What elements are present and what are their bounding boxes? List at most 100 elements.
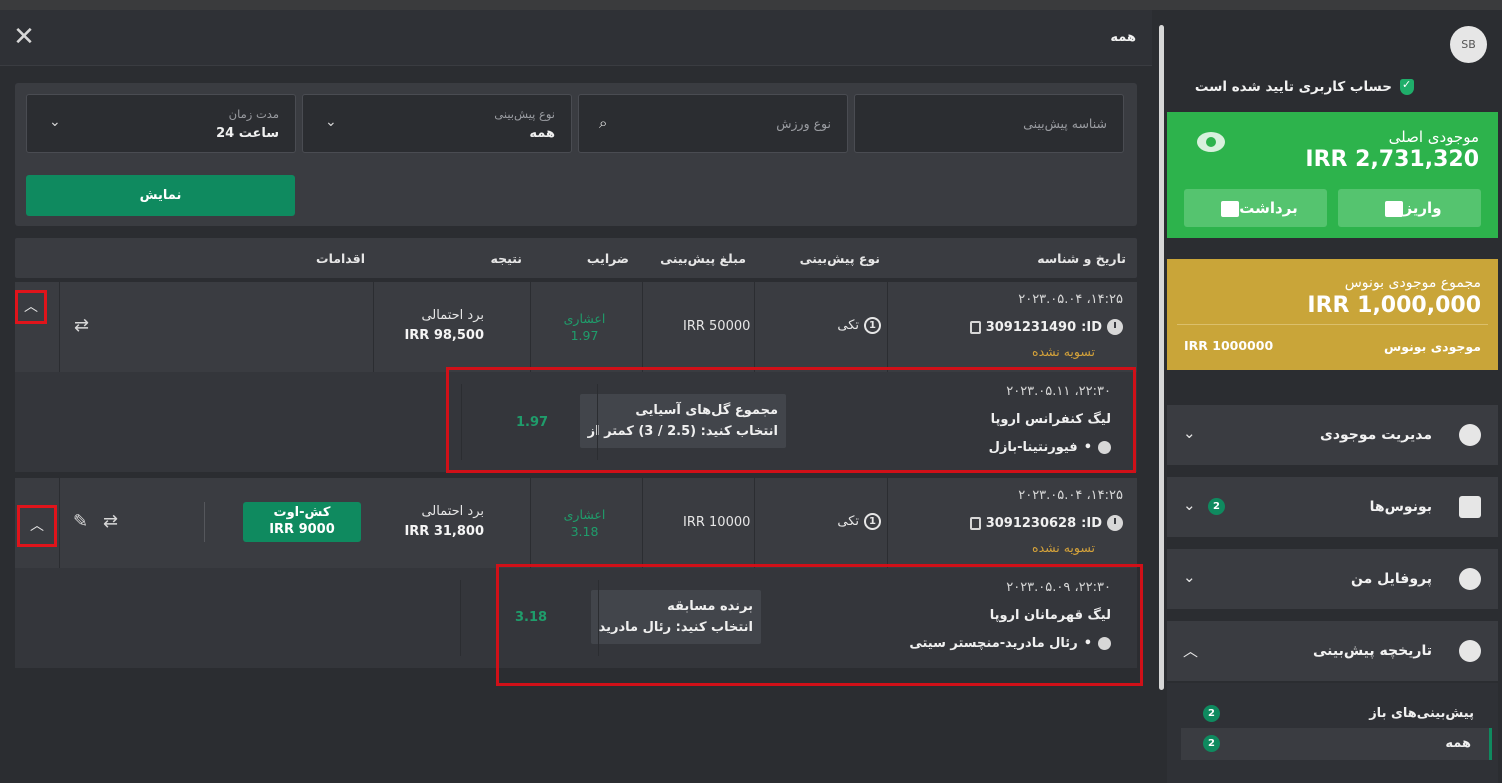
id-value: 3091230628 bbox=[985, 515, 1077, 531]
main-balance-label: موجودی اصلی bbox=[1388, 128, 1479, 146]
single-icon: 1 bbox=[864, 317, 881, 334]
id-value: 3091231490 bbox=[985, 319, 1077, 335]
bet-type-label: نوع پیش‌بینی bbox=[494, 107, 555, 121]
menu-profile[interactable]: پروفایل من ⌄ bbox=[1167, 549, 1498, 609]
chevron-down-icon: ⌄ bbox=[49, 114, 61, 130]
highlight-box bbox=[496, 564, 1143, 686]
chevron-down-icon: ⌄ bbox=[1183, 568, 1196, 586]
history-icon bbox=[1459, 640, 1481, 662]
bet-result: برد احتمالی IRR 31,800 bbox=[404, 502, 484, 542]
bet-id: ID: 3091230628 bbox=[969, 515, 1123, 531]
deposit-label: واریز bbox=[1403, 199, 1442, 217]
count-badge: 2 bbox=[1208, 498, 1225, 515]
submenu-all[interactable]: همه 2 bbox=[1181, 728, 1492, 760]
bet-id-input[interactable]: شناسه پیش‌بینی bbox=[854, 94, 1124, 153]
top-strip bbox=[0, 0, 1502, 10]
duration-label: مدت زمان bbox=[228, 107, 279, 121]
bet-odds: اعشاری 3.18 bbox=[562, 506, 607, 540]
page-title: همه bbox=[1110, 30, 1136, 45]
withdraw-button[interactable]: برداشت bbox=[1184, 189, 1327, 227]
count-badge: 2 bbox=[1203, 705, 1220, 722]
chevron-down-icon: ⌄ bbox=[1183, 496, 1196, 514]
bet-amount: IRR 50000 bbox=[683, 319, 751, 334]
close-icon[interactable]: ✕ bbox=[12, 24, 36, 50]
bet-type-label: تکی bbox=[837, 514, 859, 529]
menu-bonuses[interactable]: بونوس‌ها 2 ⌄ bbox=[1167, 477, 1498, 537]
cashout-value: IRR 9000 bbox=[269, 522, 335, 537]
withdraw-label: برداشت bbox=[1239, 199, 1298, 217]
menu-label: تاریخچه پیش‌بینی bbox=[1313, 643, 1432, 659]
odds-value: 3.18 bbox=[570, 524, 599, 539]
main-balance-card: موجودی اصلی IRR 2,731,320 واریز برداشت bbox=[1167, 112, 1498, 238]
deposit-button[interactable]: واریز bbox=[1338, 189, 1481, 227]
bet-type-select[interactable]: نوع پیش‌بینی همه ⌄ bbox=[302, 94, 572, 153]
bet-type: 1 تکی bbox=[837, 317, 881, 334]
submenu-open-bets[interactable]: پیش‌بینی‌های باز 2 bbox=[1181, 698, 1492, 730]
col-result: نتیجه bbox=[490, 251, 523, 266]
bet-id-placeholder: شناسه پیش‌بینی bbox=[1023, 116, 1107, 131]
bet-odds: اعشاری 1.97 bbox=[562, 310, 607, 344]
chevron-down-icon: ⌄ bbox=[1183, 424, 1196, 442]
bonus-row-label: موجودی بونوس bbox=[1384, 339, 1481, 354]
sport-placeholder: نوع ورزش bbox=[776, 116, 831, 131]
shield-check-icon bbox=[1400, 78, 1414, 95]
menu-label: مدیریت موجودی bbox=[1320, 427, 1432, 443]
table-row: ۲۰۲۳.۰۵.۰۴ ،۱۴:۲۵ ID: 3091230628 تسویه ن… bbox=[15, 478, 1137, 568]
bet-date: ۲۰۲۳.۰۵.۰۴ ،۱۴:۲۵ bbox=[1018, 488, 1123, 503]
status-badge: تسویه نشده bbox=[1032, 344, 1095, 359]
odds-format: اعشاری bbox=[563, 311, 606, 326]
chevron-down-icon: ⌄ bbox=[325, 114, 337, 130]
odds-format: اعشاری bbox=[563, 507, 606, 522]
user-icon bbox=[1459, 568, 1481, 590]
col-odds: ضرایب bbox=[586, 251, 629, 266]
table-header: تاریخ و شناسه نوع پیش‌بینی مبلغ پیش‌بینی… bbox=[15, 238, 1137, 278]
bet-type-label: تکی bbox=[837, 318, 859, 333]
clock-icon bbox=[1107, 319, 1123, 335]
cashout-button[interactable]: کش-اوت IRR 9000 bbox=[243, 502, 361, 542]
scrollbar[interactable] bbox=[1159, 25, 1164, 690]
submenu-label: همه bbox=[1445, 736, 1471, 751]
cashout-label: کش-اوت bbox=[273, 505, 331, 520]
result-label: برد احتمالی bbox=[421, 504, 484, 519]
collapse-button[interactable]: ︿ bbox=[15, 290, 47, 324]
menu-label: بونوس‌ها bbox=[1369, 499, 1432, 515]
id-label: ID: bbox=[1081, 319, 1102, 335]
edit-icon[interactable]: ✎ bbox=[73, 511, 88, 532]
repeat-icon[interactable]: ⇄ bbox=[74, 315, 89, 336]
clock-icon bbox=[1107, 515, 1123, 531]
duration-value: 24 ساعت bbox=[216, 126, 279, 141]
bonus-total-amount: IRR 1,000,000 bbox=[1307, 293, 1481, 318]
menu-label: پروفایل من bbox=[1351, 571, 1432, 587]
menu-balance-management[interactable]: مدیریت موجودی ⌄ bbox=[1167, 405, 1498, 465]
bet-type: 1 تکی bbox=[837, 513, 881, 530]
table-row: ۲۰۲۳.۰۵.۰۴ ،۱۴:۲۵ ID: 3091231490 تسویه ن… bbox=[15, 282, 1137, 372]
bet-id: ID: 3091231490 bbox=[969, 319, 1123, 335]
col-amount: مبلغ پیش‌بینی bbox=[660, 251, 746, 266]
bet-amount: IRR 10000 bbox=[683, 515, 751, 530]
show-button[interactable]: نمایش bbox=[26, 175, 295, 216]
sport-search-input[interactable]: نوع ورزش ⌕ bbox=[578, 94, 848, 153]
collapse-button[interactable]: ︿ bbox=[17, 505, 57, 547]
odds-value: 1.97 bbox=[570, 328, 599, 343]
bet-result: برد احتمالی IRR 98,500 bbox=[404, 306, 484, 346]
status-badge: تسویه نشده bbox=[1032, 540, 1095, 555]
repeat-icon[interactable]: ⇄ bbox=[103, 511, 118, 532]
bonus-icon bbox=[1459, 496, 1481, 518]
avatar[interactable]: SB bbox=[1450, 26, 1487, 63]
copy-icon[interactable] bbox=[969, 516, 981, 530]
result-value: IRR 98,500 bbox=[404, 328, 484, 343]
main-balance-amount: IRR 2,731,320 bbox=[1305, 147, 1479, 172]
menu-bet-history[interactable]: تاریخچه پیش‌بینی ︿ bbox=[1167, 621, 1498, 681]
eye-icon[interactable] bbox=[1197, 132, 1225, 152]
wallet-icon bbox=[1385, 200, 1404, 217]
col-actions: اقدامات bbox=[316, 251, 365, 266]
single-icon: 1 bbox=[864, 513, 881, 530]
search-icon: ⌕ bbox=[599, 114, 608, 132]
verified-status: حساب کاربری تایید شده است bbox=[1195, 78, 1414, 95]
count-badge: 2 bbox=[1203, 735, 1220, 752]
bet-date: ۲۰۲۳.۰۵.۰۴ ،۱۴:۲۵ bbox=[1018, 292, 1123, 307]
duration-select[interactable]: مدت زمان 24 ساعت ⌄ bbox=[26, 94, 296, 153]
highlight-box bbox=[446, 367, 1136, 473]
copy-icon[interactable] bbox=[969, 320, 981, 334]
chevron-up-icon: ︿ bbox=[1183, 642, 1199, 660]
